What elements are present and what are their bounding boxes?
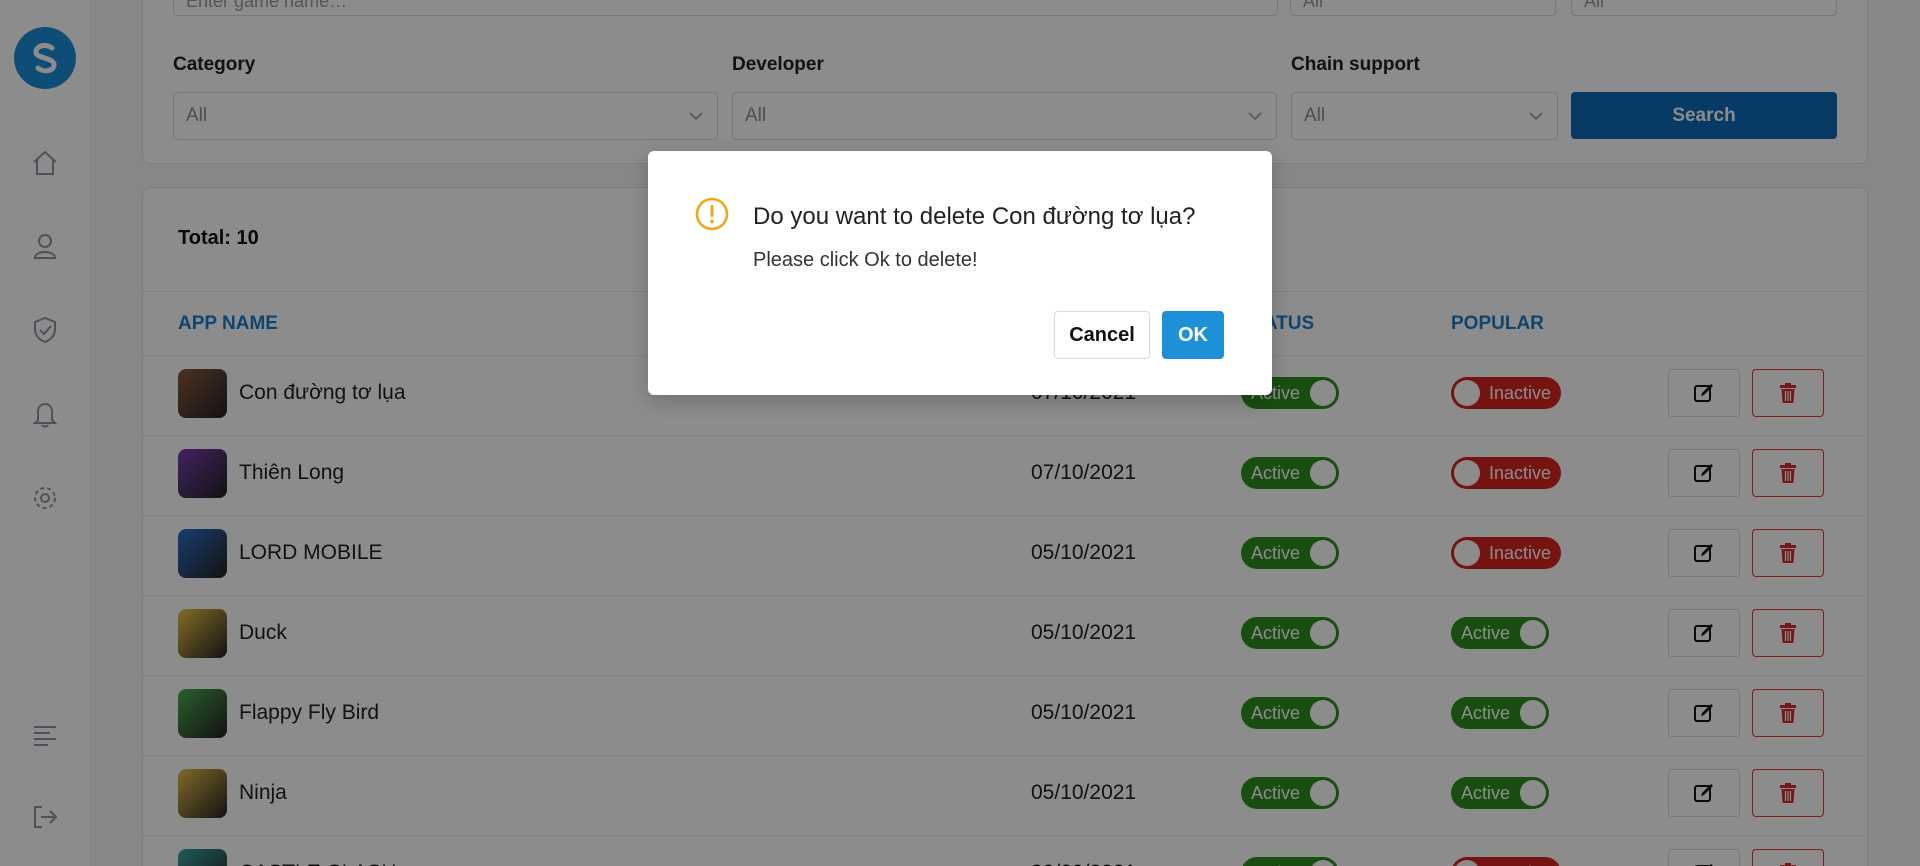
dialog-title: Do you want to delete Con đường tơ lụa? [753,203,1196,230]
modal-backdrop[interactable] [0,0,1920,866]
delete-confirm-dialog: Do you want to delete Con đường tơ lụa? … [648,151,1272,395]
warning-icon [695,197,729,231]
cancel-button[interactable]: Cancel [1054,311,1150,359]
ok-button[interactable]: OK [1162,311,1224,359]
dialog-message: Please click Ok to delete! [753,249,978,271]
